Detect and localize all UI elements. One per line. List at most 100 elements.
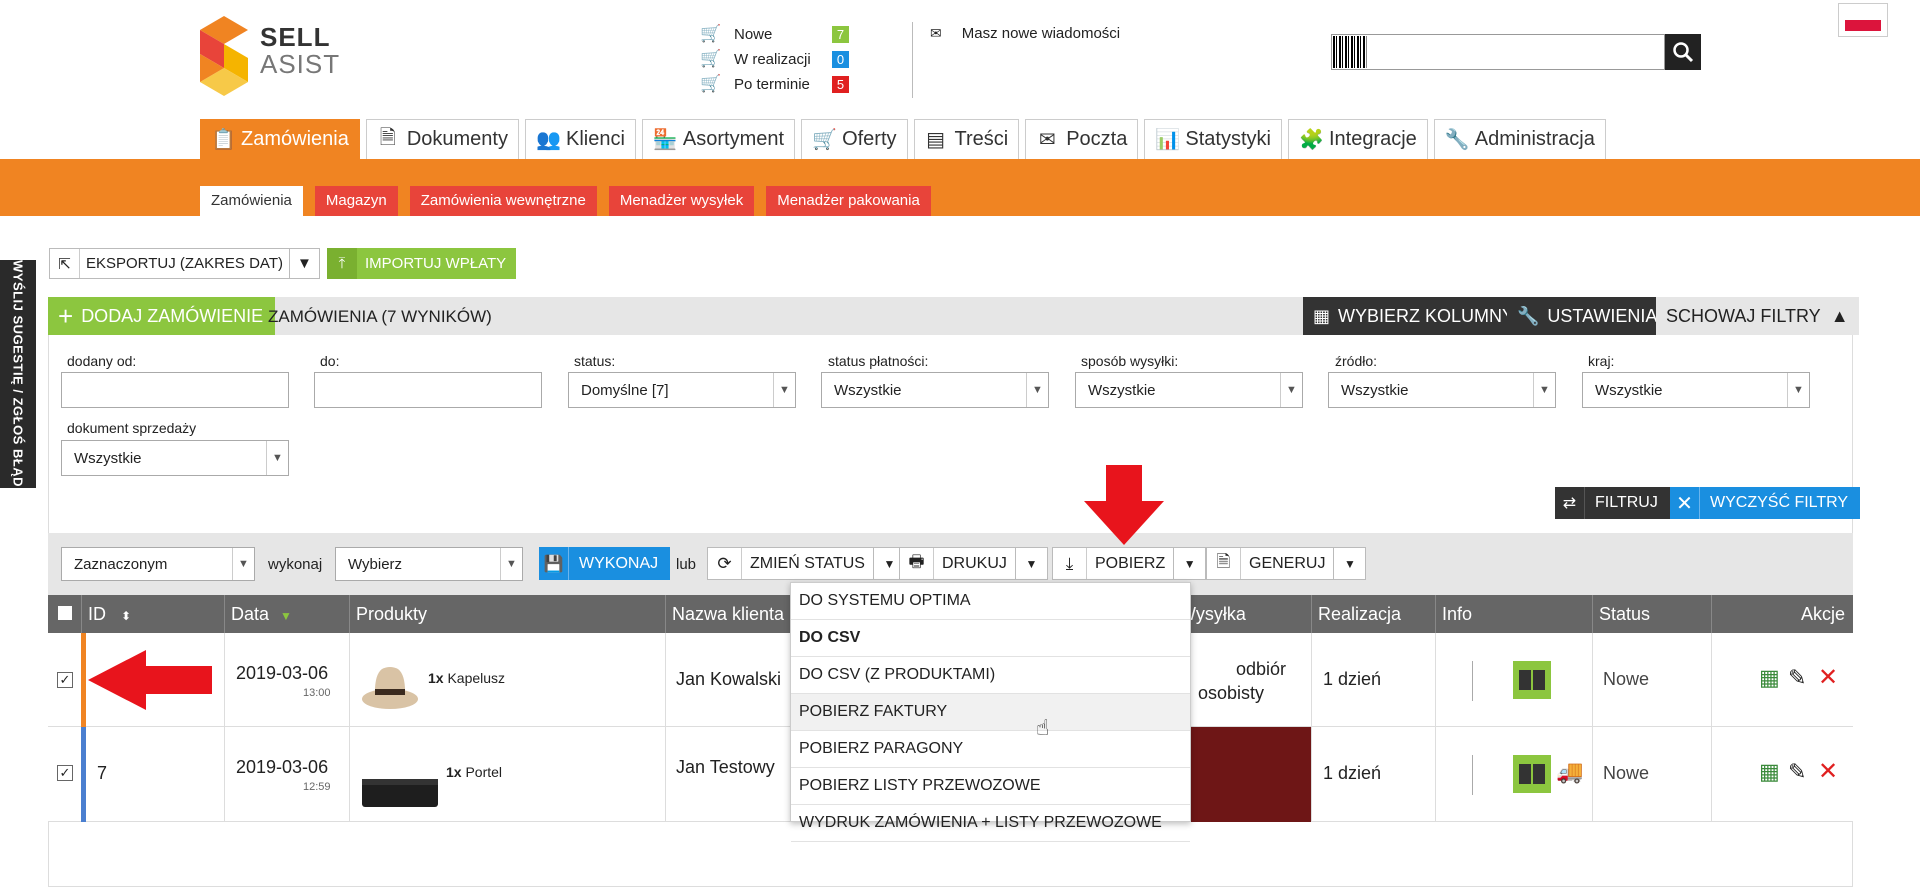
action-select[interactable]: Wybierz ▼ — [335, 547, 523, 581]
hide-filters-button[interactable]: SCHOWAJ FILTRY ▲ — [1656, 297, 1859, 335]
order-count-in-progress[interactable]: 🛒 W realizacji 0 — [700, 48, 849, 70]
shipping-method-select[interactable]: Wszystkie ▼ — [1075, 372, 1303, 408]
col-realization[interactable]: Realizacja — [1311, 595, 1435, 633]
checkbox-box: ✓ — [57, 765, 73, 781]
col-date[interactable]: Data ▼ — [224, 595, 349, 633]
order-count-overdue[interactable]: 🛒 Po terminie 5 — [700, 73, 849, 95]
menu-item-print-order-waybills[interactable]: WYDRUK ZAMÓWIENIA + LISTY PRZEWOZOWE — [791, 805, 1190, 842]
nav-tab-orders[interactable]: 📋 Zamówienia — [200, 119, 360, 159]
truck-icon[interactable]: 🚚 — [1556, 759, 1583, 785]
messages-link[interactable]: ✉ Masz nowe wiadomości — [930, 25, 1120, 42]
country-select[interactable]: Wszystkie ▼ — [1582, 372, 1810, 408]
nav-tab-mail[interactable]: ✉ Poczta — [1025, 119, 1139, 159]
nav-tab-administration[interactable]: 🔧 Administracja — [1433, 119, 1606, 159]
print-label: DRUKUJ — [942, 554, 1007, 572]
row-id[interactable]: 7 — [97, 763, 107, 784]
clear-filters-label: WYCZYŚĆ FILTRY — [1710, 494, 1849, 511]
to-input[interactable] — [314, 372, 542, 408]
generate-button[interactable]: 🗎 GENERUJ ▼ — [1206, 547, 1367, 580]
source-select[interactable]: Wszystkie ▼ — [1328, 372, 1556, 408]
subtab-packing-manager[interactable]: Menadżer pakowania — [766, 186, 931, 216]
col-info[interactable]: Info — [1435, 595, 1592, 633]
puzzle-icon: 🧩 — [1298, 129, 1324, 151]
row-checkbox[interactable]: ✓ — [57, 672, 73, 688]
nav-tab-clients[interactable]: 👥 Klienci — [524, 119, 636, 159]
payment-status-select[interactable]: Wszystkie ▼ — [821, 372, 1049, 408]
subtab-warehouse[interactable]: Magazyn — [314, 186, 398, 216]
menu-item-optima[interactable]: DO SYSTEMU OPTIMA — [791, 583, 1190, 620]
menu-item-csv-products[interactable]: DO CSV (Z PRODUKTAMI) — [791, 657, 1190, 694]
add-order-button[interactable]: + DODAJ ZAMÓWIENIE — [48, 297, 276, 335]
import-payments-button[interactable]: ⤒ IMPORTUJ WPŁATY — [327, 248, 517, 279]
chevron-down-icon[interactable]: ▼ — [1173, 548, 1205, 579]
settings-button[interactable]: 🔧 USTAWIENIA — [1507, 297, 1668, 335]
nav-tab-offers[interactable]: 🛒 Oferty — [801, 119, 908, 159]
col-products[interactable]: Produkty — [349, 595, 665, 633]
row-qty: 1x — [446, 764, 462, 780]
row-shipping-line2: osobisty — [1198, 683, 1265, 703]
edit-icon[interactable]: ✎ — [1788, 665, 1806, 691]
product-thumbnail[interactable] — [360, 737, 440, 815]
nav-tab-documents[interactable]: 🗎 Dokumenty — [365, 119, 519, 159]
menu-item-receipts[interactable]: POBIERZ PARAGONY — [791, 731, 1190, 768]
menu-item-invoices[interactable]: POBIERZ FAKTURY — [791, 694, 1190, 731]
col-client-name[interactable]: Nazwa klienta — [665, 595, 791, 633]
select-all-checkbox[interactable] — [57, 605, 73, 621]
download-button[interactable]: ⤓ POBIERZ ▼ — [1052, 547, 1207, 580]
nav-tab-integrations[interactable]: 🧩 Integracje — [1287, 119, 1428, 159]
nav-tab-content[interactable]: ▤ Treści — [913, 119, 1020, 159]
product-thumbnail[interactable] — [360, 641, 420, 719]
barcode-icon[interactable] — [1333, 36, 1367, 68]
cell-divider — [1711, 633, 1712, 727]
edit-icon[interactable]: ✎ — [1788, 759, 1806, 785]
search-input[interactable] — [1331, 34, 1665, 70]
subtab-internal-orders[interactable]: Zamówienia wewnętrzne — [409, 186, 597, 216]
run-button[interactable]: 💾 WYKONAJ — [539, 547, 671, 580]
chevron-down-icon: ▼ — [1280, 373, 1302, 407]
nav-tab-statistics[interactable]: 📊 Statystyki — [1144, 119, 1282, 159]
subtab-orders[interactable]: Zamówienia — [200, 186, 303, 216]
status-select[interactable]: Domyślne [7] ▼ — [568, 372, 796, 408]
chevron-down-icon[interactable]: ▼ — [1014, 548, 1047, 579]
invoice-icon[interactable]: ▦ — [1759, 759, 1780, 785]
export-button[interactable]: ⇱ EKSPORTUJ (ZAKRES DAT) ▼ — [49, 248, 320, 279]
sellasist-logo-icon — [200, 16, 248, 96]
col-status[interactable]: Status — [1592, 595, 1711, 633]
order-count-label: Nowe — [734, 25, 773, 43]
order-count-label: W realizacji — [734, 50, 811, 68]
order-count-new[interactable]: 🛒 Nowe 7 — [700, 23, 849, 45]
menu-item-csv[interactable]: DO CSV — [791, 620, 1190, 657]
row-date: 2019-03-06 — [236, 663, 329, 683]
subtab-shipping-manager[interactable]: Menadżer wysyłek — [608, 186, 755, 216]
menu-item-waybills[interactable]: POBIERZ LISTY PRZEWOZOWE — [791, 768, 1190, 805]
col-id[interactable]: ID ⬍ — [81, 595, 224, 633]
sales-doc-select[interactable]: Wszystkie ▼ — [61, 440, 289, 476]
documents-icon[interactable] — [1513, 755, 1551, 793]
change-status-button[interactable]: ⟳ ZMIEŃ STATUS ▼ — [707, 547, 906, 580]
invoice-icon[interactable]: ▦ — [1759, 665, 1780, 691]
choose-columns-button[interactable]: ▦ WYBIERZ KOLUMNY — [1303, 297, 1525, 335]
delete-icon[interactable]: ✕ — [1818, 663, 1838, 692]
chevron-down-icon[interactable]: ▼ — [1333, 548, 1365, 579]
download-label: POBIERZ — [1095, 554, 1166, 572]
cell-divider — [1472, 661, 1473, 701]
language-flag-pl[interactable] — [1838, 3, 1888, 37]
filter-button[interactable]: ⇄ FILTRUJ — [1555, 487, 1672, 519]
scope-select[interactable]: Zaznaczonym ▼ — [61, 547, 255, 581]
documents-icon[interactable] — [1513, 661, 1551, 699]
choose-columns-label: WYBIERZ KOLUMNY — [1338, 305, 1515, 326]
col-shipping[interactable]: Wysyłka — [1190, 595, 1311, 633]
cell-divider — [1592, 633, 1593, 727]
delete-icon[interactable]: ✕ — [1818, 757, 1838, 786]
search-button[interactable] — [1665, 34, 1701, 70]
added-from-input[interactable] — [61, 372, 289, 408]
row-checkbox[interactable]: ✓ — [57, 765, 73, 781]
added-from-label: dodany od: — [67, 353, 137, 369]
feedback-tab[interactable]: WYŚLIJ SUGESTIĘ / ZGŁOŚ BŁĄD — [0, 260, 36, 488]
chevron-down-icon[interactable]: ▼ — [288, 249, 319, 278]
row-client: Jan Kowalski — [676, 669, 782, 689]
print-button[interactable]: 🖶 DRUKUJ ▼ — [899, 547, 1048, 580]
nav-tab-label: Dokumenty — [406, 128, 508, 150]
nav-tab-assortment[interactable]: 🏪 Asortyment — [641, 119, 796, 159]
clear-filters-button[interactable]: ✕ WYCZYŚĆ FILTRY — [1670, 487, 1861, 519]
